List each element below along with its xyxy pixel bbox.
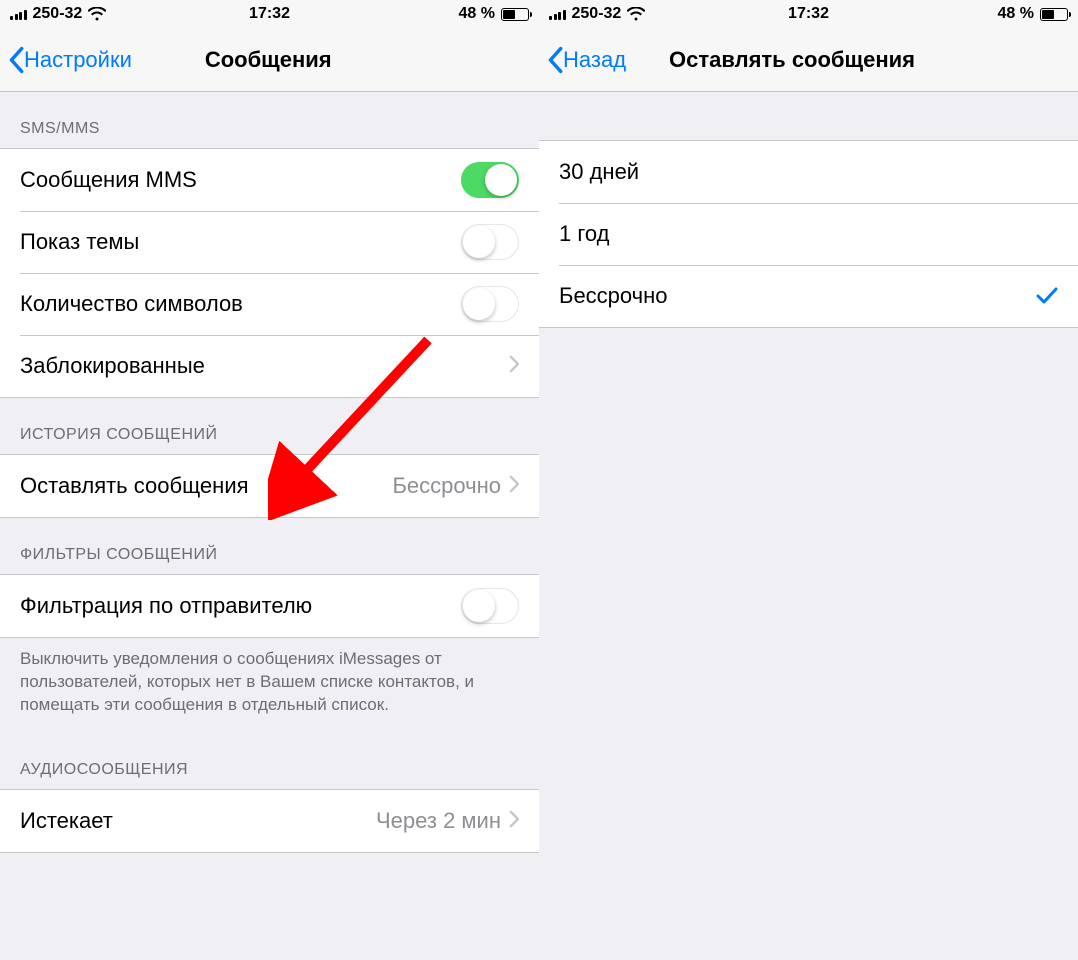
carrier-label: 250-32 xyxy=(33,5,83,23)
status-time: 17:32 xyxy=(249,5,290,23)
nav-bar: Настройки Сообщения xyxy=(0,28,539,92)
keep-options-group: 30 дней 1 год Бессрочно xyxy=(539,140,1078,328)
cell-label: Оставлять сообщения xyxy=(20,473,392,499)
option-label: Бессрочно xyxy=(559,283,1036,309)
chevron-left-icon xyxy=(547,46,563,74)
option-1-year[interactable]: 1 год xyxy=(539,203,1078,265)
cell-show-subject[interactable]: Показ темы xyxy=(0,211,539,273)
cell-detail: Через 2 мин xyxy=(376,808,501,834)
back-button[interactable]: Настройки xyxy=(0,46,132,74)
page-title: Оставлять сообщения xyxy=(669,47,915,73)
sms-mms-group: Сообщения MMS Показ темы Количество симв… xyxy=(0,148,539,398)
audio-group: Истекает Через 2 мин xyxy=(0,789,539,853)
wifi-icon xyxy=(88,7,106,21)
section-header-filters: ФИЛЬТРЫ СООБЩЕНИЙ xyxy=(0,518,539,574)
status-bar: 250-32 17:32 48 % xyxy=(0,0,539,28)
section-header-sms: SMS/MMS xyxy=(0,92,539,148)
back-label: Назад xyxy=(563,47,626,73)
cell-char-count[interactable]: Количество символов xyxy=(0,273,539,335)
back-button[interactable]: Назад xyxy=(539,46,626,74)
signal-icon xyxy=(10,8,27,20)
status-time: 17:32 xyxy=(788,5,829,23)
battery-percent: 48 % xyxy=(998,5,1034,23)
checkmark-icon xyxy=(1036,281,1058,312)
signal-icon xyxy=(549,8,566,20)
cell-label: Сообщения MMS xyxy=(20,167,461,193)
cell-keep-messages[interactable]: Оставлять сообщения Бессрочно xyxy=(0,455,539,517)
section-header-history: ИСТОРИЯ СООБЩЕНИЙ xyxy=(0,398,539,454)
chevron-left-icon xyxy=(8,46,24,74)
status-bar: 250-32 17:32 48 % xyxy=(539,0,1078,28)
battery-percent: 48 % xyxy=(459,5,495,23)
cell-label: Показ темы xyxy=(20,229,461,255)
chevron-right-icon xyxy=(509,473,519,499)
cell-label: Фильтрация по отправителю xyxy=(20,593,461,619)
nav-bar: Назад Оставлять сообщения xyxy=(539,28,1078,92)
history-group: Оставлять сообщения Бессрочно xyxy=(0,454,539,518)
option-forever[interactable]: Бессрочно xyxy=(539,265,1078,327)
toggle-filter-sender[interactable] xyxy=(461,588,519,624)
battery-icon xyxy=(1040,8,1068,21)
section-footer-filters: Выключить уведомления о сообщениях iMess… xyxy=(0,638,539,733)
cell-audio-expire[interactable]: Истекает Через 2 мин xyxy=(0,790,539,852)
keep-messages-screen: 250-32 17:32 48 % Назад Оставлять сообще… xyxy=(539,0,1078,960)
page-title: Сообщения xyxy=(205,47,332,73)
toggle-char-count[interactable] xyxy=(461,286,519,322)
cell-label: Количество символов xyxy=(20,291,461,317)
cell-mms-messages[interactable]: Сообщения MMS xyxy=(0,149,539,211)
cell-label: Заблокированные xyxy=(20,353,509,379)
section-header-audio: АУДИОСООБЩЕНИЯ xyxy=(0,733,539,789)
wifi-icon xyxy=(627,7,645,21)
cell-blocked[interactable]: Заблокированные xyxy=(0,335,539,397)
battery-icon xyxy=(501,8,529,21)
option-30-days[interactable]: 30 дней xyxy=(539,141,1078,203)
back-label: Настройки xyxy=(24,47,132,73)
chevron-right-icon xyxy=(509,808,519,834)
option-label: 1 год xyxy=(559,221,1058,247)
messages-settings-screen: 250-32 17:32 48 % Настройки Сообщения SM… xyxy=(0,0,539,960)
carrier-label: 250-32 xyxy=(572,5,622,23)
cell-label: Истекает xyxy=(20,808,376,834)
chevron-right-icon xyxy=(509,353,519,379)
option-label: 30 дней xyxy=(559,159,1058,185)
cell-detail: Бессрочно xyxy=(392,473,501,499)
toggle-subject[interactable] xyxy=(461,224,519,260)
toggle-mms[interactable] xyxy=(461,162,519,198)
filters-group: Фильтрация по отправителю xyxy=(0,574,539,638)
cell-filter-by-sender[interactable]: Фильтрация по отправителю xyxy=(0,575,539,637)
